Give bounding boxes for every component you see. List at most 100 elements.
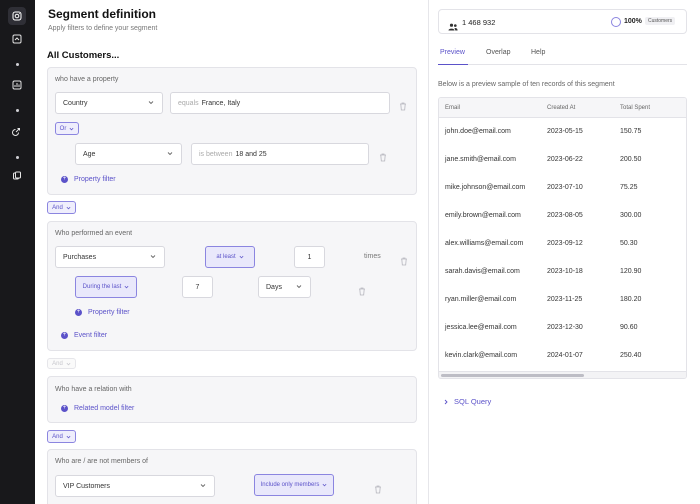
property-select[interactable]: Country — [55, 92, 163, 114]
created-at-cell: 2023-08-05 — [547, 212, 583, 219]
coverage-badge: Customers — [645, 17, 676, 25]
trash-icon[interactable] — [399, 98, 407, 111]
chevron-down-icon — [66, 206, 71, 209]
total-spent-cell: 300.00 — [620, 212, 642, 219]
chevron-down-icon — [66, 362, 71, 365]
segment-select[interactable]: VIP Customers — [55, 475, 215, 497]
add-related-model-filter-button[interactable]: + Related model filter — [61, 405, 134, 412]
total-spent-cell: 150.75 — [620, 128, 642, 135]
email-cell: jessica.lee@email.com — [445, 324, 517, 331]
block-label: who have a property — [55, 76, 119, 83]
segment-count: 1 468 932 — [462, 18, 496, 27]
trash-icon[interactable] — [358, 283, 366, 296]
operator-placeholder: equals — [178, 99, 199, 107]
frequency-select[interactable]: at least — [205, 246, 255, 268]
tab-preview[interactable]: Preview — [440, 49, 465, 56]
membership-select[interactable]: Include only members — [254, 474, 334, 496]
instagram-icon[interactable] — [8, 7, 26, 25]
plus-icon: + — [75, 309, 82, 316]
app-root: Segment definition Apply filters to defi… — [0, 0, 700, 504]
times-label: times — [364, 253, 381, 260]
plus-icon: + — [61, 332, 68, 339]
chevron-down-icon — [167, 151, 173, 158]
table-row[interactable]: kevin.clark@email.com 2024-01-07 250.40 — [439, 342, 686, 370]
created-at-cell: 2023-06-22 — [547, 156, 583, 163]
segment-select-value: VIP Customers — [63, 482, 110, 490]
chevron-down-icon — [200, 483, 206, 490]
trash-icon[interactable] — [379, 149, 387, 162]
window-unit-select[interactable]: Days — [258, 276, 311, 298]
table-row[interactable]: ryan.miller@email.com 2023-11-25 180.20 — [439, 286, 686, 314]
property-select-age[interactable]: Age — [75, 143, 182, 165]
count-input[interactable]: 1 — [294, 246, 325, 268]
membership-value: Include only members — [260, 482, 320, 488]
event-select-value: Purchases — [63, 253, 97, 261]
sql-query-toggle[interactable]: SQL Query — [444, 397, 491, 406]
or-toggle[interactable]: Or — [55, 122, 79, 135]
time-window-value: During the last — [82, 284, 122, 290]
total-spent-cell: 250.40 — [620, 352, 642, 359]
created-at-cell: 2023-10-18 — [547, 268, 583, 275]
chevron-down-icon — [296, 284, 302, 291]
relation-filter-card — [47, 376, 417, 423]
add-property-filter-button[interactable]: + Property filter — [75, 309, 130, 316]
add-event-filter-button[interactable]: + Event filter — [61, 332, 107, 339]
rail-dot — [16, 63, 19, 66]
block-label: Who have a relation with — [55, 386, 132, 393]
nav-rail — [0, 0, 35, 504]
tab-help[interactable]: Help — [531, 49, 545, 56]
and-toggle[interactable]: And — [47, 201, 76, 214]
table-header: Email Created At Total Spent — [439, 98, 686, 118]
link-icon[interactable] — [8, 122, 26, 140]
chevron-down-icon — [66, 435, 71, 438]
and-toggle[interactable]: And — [47, 358, 76, 369]
users-icon — [448, 18, 458, 36]
window-value-input[interactable]: 7 — [182, 276, 213, 298]
table-row[interactable]: sarah.davis@email.com 2023-10-18 120.90 — [439, 258, 686, 286]
email-cell: ryan.miller@email.com — [445, 296, 517, 303]
table-row[interactable]: emily.brown@email.com 2023-08-05 300.00 — [439, 202, 686, 230]
plus-icon: + — [61, 405, 68, 412]
window-unit-value: Days — [266, 283, 282, 291]
trash-icon[interactable] — [374, 481, 382, 494]
created-at-cell: 2024-01-07 — [547, 352, 583, 359]
table-row[interactable]: jessica.lee@email.com 2023-12-30 90.60 — [439, 314, 686, 342]
sql-query-label: SQL Query — [454, 397, 492, 406]
email-cell: sarah.davis@email.com — [445, 268, 520, 275]
age-range-input[interactable]: is between 18 and 25 — [191, 143, 369, 165]
or-label: Or — [59, 125, 67, 132]
event-select[interactable]: Purchases — [55, 246, 165, 268]
tab-active-indicator — [438, 63, 468, 65]
frequency-value: at least — [216, 254, 236, 260]
tab-overlap[interactable]: Overlap — [486, 49, 511, 56]
total-spent-cell: 180.20 — [620, 296, 642, 303]
table-row[interactable]: jane.smith@email.com 2023-06-22 200.50 — [439, 146, 686, 174]
total-spent-cell: 120.90 — [620, 268, 642, 275]
created-at-cell: 2023-09-12 — [547, 240, 583, 247]
add-property-filter-button[interactable]: + Property filter — [61, 176, 116, 183]
database-icon[interactable] — [8, 167, 26, 185]
analytics-icon[interactable] — [8, 76, 26, 94]
segment-stats-bar: 1 468 932 100% Customers — [438, 9, 687, 34]
table-row[interactable]: alex.williams@email.com 2023-09-12 50.30 — [439, 230, 686, 258]
scrollbar-thumb[interactable] — [441, 374, 584, 377]
table-row[interactable]: mike.johnson@email.com 2023-07-10 75.25 — [439, 174, 686, 202]
horizontal-scrollbar[interactable] — [439, 371, 686, 378]
chevron-down-icon — [69, 127, 74, 130]
coverage-percent: 100% — [624, 18, 642, 25]
share-icon[interactable] — [8, 30, 26, 48]
plus-icon: + — [61, 176, 68, 183]
trash-icon[interactable] — [400, 253, 408, 266]
property-value-input[interactable]: equals France, Italy — [170, 92, 390, 114]
coverage-ring-icon — [611, 17, 621, 27]
email-cell: kevin.clark@email.com — [445, 352, 518, 359]
chevron-down-icon — [322, 483, 327, 487]
table-row[interactable]: john.doe@email.com 2023-05-15 150.75 — [439, 118, 686, 146]
email-cell: emily.brown@email.com — [445, 212, 521, 219]
time-window-select[interactable]: During the last — [75, 276, 137, 298]
property-value: France, Italy — [201, 99, 241, 107]
and-toggle[interactable]: And — [47, 430, 76, 443]
email-cell: john.doe@email.com — [445, 128, 511, 135]
block-label: Who performed an event — [55, 230, 133, 237]
column-header: Created At — [547, 105, 576, 111]
